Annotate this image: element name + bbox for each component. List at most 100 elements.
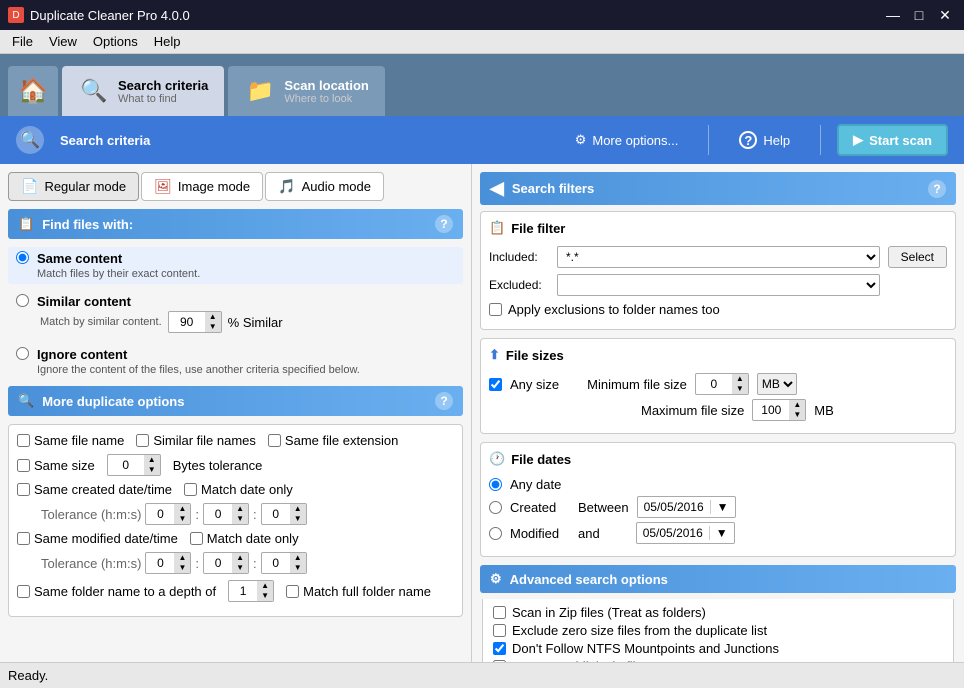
help-button[interactable]: ? Help <box>725 125 804 155</box>
modified-h-input[interactable] <box>146 554 174 572</box>
created-date-start[interactable]: 05/05/2016 ▼ <box>637 496 736 518</box>
max-size-input[interactable] <box>753 401 789 419</box>
same-modified-check[interactable] <box>17 532 30 545</box>
excluded-select[interactable] <box>557 274 880 296</box>
menu-help[interactable]: Help <box>146 32 189 51</box>
menu-options[interactable]: Options <box>85 32 146 51</box>
max-size-up[interactable]: ▲ <box>789 400 805 410</box>
min-size-unit[interactable]: MBKBGB <box>757 373 797 395</box>
modified-m-input[interactable] <box>204 554 232 572</box>
modified-m-up[interactable]: ▲ <box>232 553 248 563</box>
created-h-up[interactable]: ▲ <box>174 504 190 514</box>
created-s-input[interactable] <box>262 505 290 523</box>
adv-check-2[interactable] <box>493 642 506 655</box>
min-size-up[interactable]: ▲ <box>732 374 748 384</box>
menu-file[interactable]: File <box>4 32 41 51</box>
modified-match-date-label[interactable]: Match date only <box>190 531 299 546</box>
similar-percent-spinbox[interactable]: 90 ▲ ▼ <box>168 311 222 333</box>
created-h-spinbox[interactable]: ▲ ▼ <box>145 503 191 525</box>
folder-depth-spinbox[interactable]: ▲ ▼ <box>228 580 274 602</box>
created-match-date-check[interactable] <box>184 483 197 496</box>
tab-regular-mode[interactable]: 📄 Regular mode <box>8 172 139 201</box>
size-tolerance-spinbox[interactable]: ▲ ▼ <box>107 454 161 476</box>
modified-match-date-check[interactable] <box>190 532 203 545</box>
more-options-button[interactable]: ⚙ More options... <box>561 126 693 154</box>
same-file-extension-label[interactable]: Same file extension <box>268 433 398 448</box>
same-created-check[interactable] <box>17 483 30 496</box>
same-size-check[interactable] <box>17 459 30 472</box>
created-match-date-label[interactable]: Match date only <box>184 482 293 497</box>
minimize-button[interactable]: — <box>882 4 904 26</box>
close-button[interactable]: ✕ <box>934 4 956 26</box>
modified-date-arrow[interactable]: ▼ <box>709 526 734 540</box>
size-up[interactable]: ▲ <box>144 455 160 465</box>
similar-percent-up[interactable]: ▲ <box>205 312 221 322</box>
size-down[interactable]: ▼ <box>144 465 160 475</box>
home-button[interactable]: 🏠 <box>8 66 58 116</box>
max-size-spinbox[interactable]: ▲ ▼ <box>752 399 806 421</box>
find-files-help[interactable]: ? <box>435 215 453 233</box>
same-created-label[interactable]: Same created date/time <box>17 482 172 497</box>
same-content-radio[interactable] <box>16 251 29 264</box>
created-m-up[interactable]: ▲ <box>232 504 248 514</box>
match-full-folder-check[interactable] <box>286 585 299 598</box>
same-folder-check[interactable] <box>17 585 30 598</box>
created-date-arrow[interactable]: ▼ <box>710 500 735 514</box>
folder-depth-down[interactable]: ▼ <box>257 591 273 601</box>
created-m-down[interactable]: ▼ <box>232 514 248 524</box>
adv-check-1[interactable] <box>493 624 506 637</box>
any-size-check[interactable] <box>489 378 502 391</box>
created-h-down[interactable]: ▼ <box>174 514 190 524</box>
modified-h-up[interactable]: ▲ <box>174 553 190 563</box>
same-file-name-check[interactable] <box>17 434 30 447</box>
tab-audio-mode[interactable]: 🎵 Audio mode <box>265 172 384 201</box>
created-m-input[interactable] <box>204 505 232 523</box>
similar-percent-down[interactable]: ▼ <box>205 322 221 332</box>
modified-date-radio[interactable] <box>489 527 502 540</box>
ignore-content-radio[interactable] <box>16 347 29 360</box>
max-size-down[interactable]: ▼ <box>789 410 805 420</box>
created-s-up[interactable]: ▲ <box>290 504 306 514</box>
same-file-extension-check[interactable] <box>268 434 281 447</box>
modified-s-down[interactable]: ▼ <box>290 563 306 573</box>
tab-image-mode[interactable]: 🖼 Image mode <box>141 172 263 201</box>
created-m-spinbox[interactable]: ▲ ▼ <box>203 503 249 525</box>
modified-date-end[interactable]: 05/05/2016 ▼ <box>636 522 735 544</box>
search-filters-help[interactable]: ? <box>928 180 946 198</box>
same-modified-label[interactable]: Same modified date/time <box>17 531 178 546</box>
modified-m-spinbox[interactable]: ▲ ▼ <box>203 552 249 574</box>
similar-file-names-label[interactable]: Similar file names <box>136 433 256 448</box>
modified-s-up[interactable]: ▲ <box>290 553 306 563</box>
tab-search-criteria[interactable]: 🔍 Search criteria What to find <box>62 66 224 116</box>
modified-s-input[interactable] <box>262 554 290 572</box>
size-tolerance-input[interactable] <box>108 456 144 474</box>
similar-content-radio[interactable] <box>16 294 29 307</box>
more-dup-help[interactable]: ? <box>435 392 453 410</box>
created-s-spinbox[interactable]: ▲ ▼ <box>261 503 307 525</box>
match-full-folder-label[interactable]: Match full folder name <box>286 584 431 599</box>
similar-percent-input[interactable]: 90 <box>169 313 205 331</box>
min-size-spinbox[interactable]: ▲ ▼ <box>695 373 749 395</box>
tab-scan-location[interactable]: 📁 Scan location Where to look <box>228 66 385 116</box>
apply-exclusions-check[interactable] <box>489 303 502 316</box>
modified-h-spinbox[interactable]: ▲ ▼ <box>145 552 191 574</box>
same-folder-label[interactable]: Same folder name to a depth of <box>17 584 216 599</box>
same-size-label[interactable]: Same size <box>17 458 95 473</box>
created-h-input[interactable] <box>146 505 174 523</box>
included-select[interactable]: *.* <box>557 246 880 268</box>
maximize-button[interactable]: □ <box>908 4 930 26</box>
modified-h-down[interactable]: ▼ <box>174 563 190 573</box>
similar-file-names-check[interactable] <box>136 434 149 447</box>
adv-check-3[interactable] <box>493 660 506 662</box>
created-s-down[interactable]: ▼ <box>290 514 306 524</box>
folder-depth-up[interactable]: ▲ <box>257 581 273 591</box>
any-date-radio[interactable] <box>489 478 502 491</box>
modified-s-spinbox[interactable]: ▲ ▼ <box>261 552 307 574</box>
created-date-radio[interactable] <box>489 501 502 514</box>
adv-check-0[interactable] <box>493 606 506 619</box>
folder-depth-input[interactable] <box>229 582 257 600</box>
min-size-input[interactable] <box>696 375 732 393</box>
start-scan-button[interactable]: ▶ Start scan <box>837 124 948 156</box>
menu-view[interactable]: View <box>41 32 85 51</box>
modified-m-down[interactable]: ▼ <box>232 563 248 573</box>
